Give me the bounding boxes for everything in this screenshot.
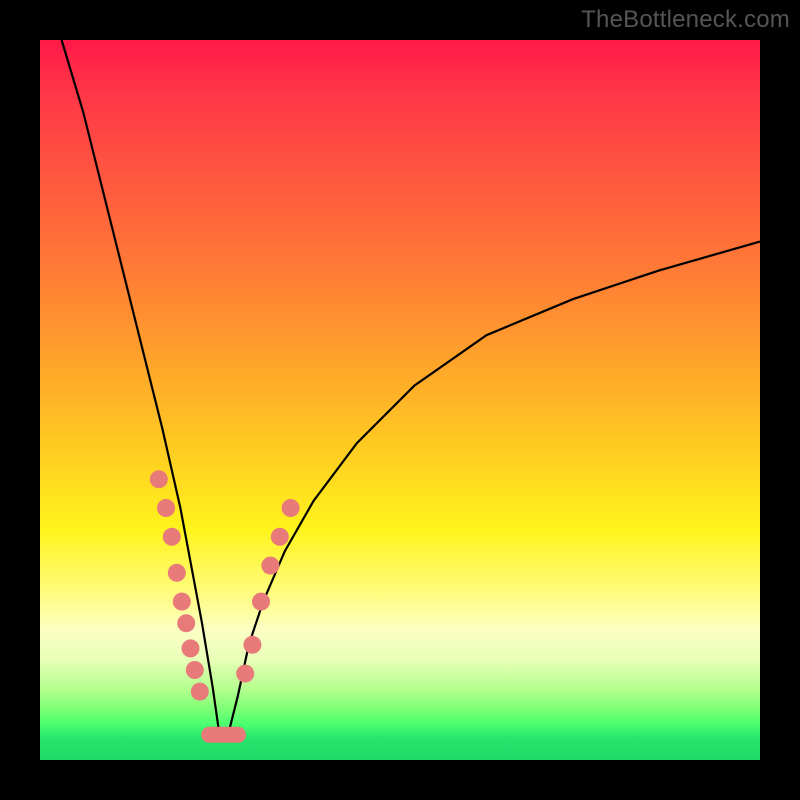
data-marker xyxy=(236,665,254,683)
data-marker xyxy=(186,661,204,679)
data-marker xyxy=(168,564,186,582)
data-marker xyxy=(282,499,300,517)
data-marker xyxy=(173,593,191,611)
data-marker xyxy=(252,593,270,611)
bottleneck-curve xyxy=(62,40,760,738)
watermark-text: TheBottleneck.com xyxy=(581,6,790,34)
data-marker xyxy=(182,639,200,657)
data-markers xyxy=(150,470,300,735)
chart-frame: TheBottleneck.com xyxy=(0,0,800,800)
data-marker xyxy=(243,636,261,654)
data-marker xyxy=(177,614,195,632)
data-marker xyxy=(157,499,175,517)
data-marker xyxy=(261,557,279,575)
plot-area xyxy=(40,40,760,760)
data-marker xyxy=(191,683,209,701)
data-marker xyxy=(271,528,289,546)
chart-svg xyxy=(40,40,760,760)
data-marker xyxy=(163,528,181,546)
data-marker xyxy=(150,470,168,488)
